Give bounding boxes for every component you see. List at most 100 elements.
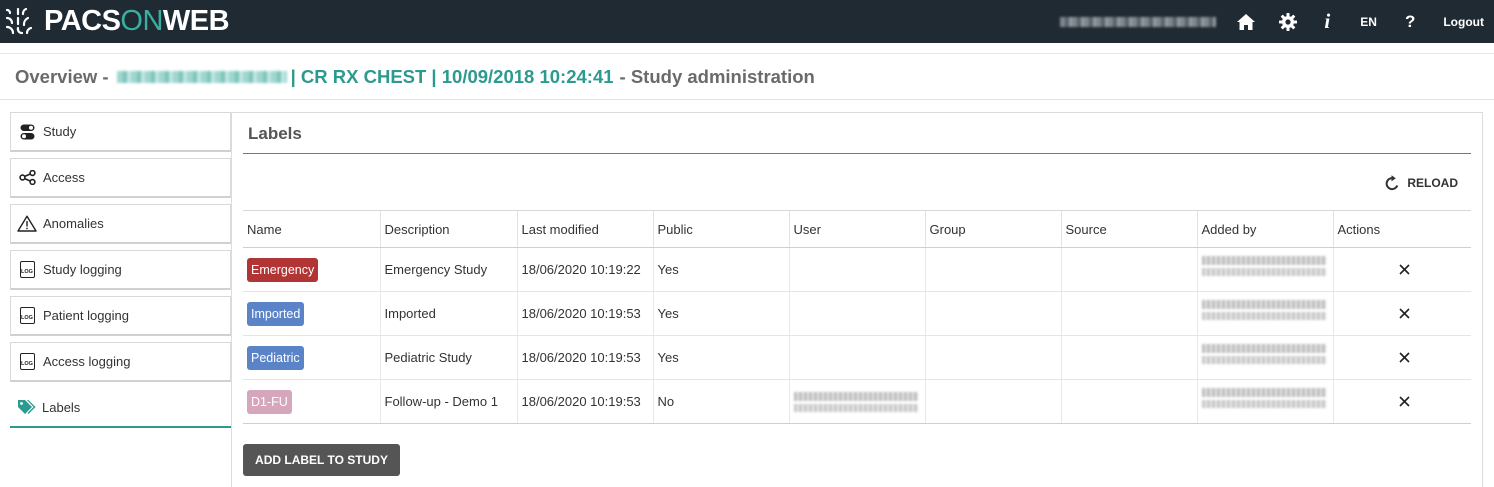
remove-label-button[interactable] xyxy=(1338,352,1472,363)
table-header-row: Name Description Last modified Public Us… xyxy=(243,210,1471,248)
cell-added-by xyxy=(1196,291,1333,336)
cell-description: Follow-up - Demo 1 xyxy=(379,379,517,424)
column-header-group[interactable]: Group xyxy=(924,210,1061,248)
sidebar-item-label: Access logging xyxy=(43,354,131,369)
patient-name-redacted xyxy=(116,70,287,83)
sidebar-item-access[interactable]: Access xyxy=(10,158,231,198)
column-header-added-by[interactable]: Added by xyxy=(1196,210,1333,248)
cell-last-modified: 18/06/2020 10:19:53 xyxy=(516,379,653,424)
cell-group xyxy=(924,247,1061,292)
cell-public: Yes xyxy=(652,291,789,336)
sidebar-item-label: Study logging xyxy=(43,262,122,277)
logout-link[interactable]: Logout xyxy=(1443,0,1484,43)
cell-added-by xyxy=(1196,379,1333,424)
cell-user xyxy=(788,335,925,380)
column-header-public[interactable]: Public xyxy=(652,210,789,248)
added-by-redacted xyxy=(1201,387,1326,416)
cell-user xyxy=(788,291,925,336)
labels-table: Name Description Last modified Public Us… xyxy=(243,210,1471,424)
column-header-user[interactable]: User xyxy=(788,210,925,248)
title-divider xyxy=(243,153,1471,154)
added-by-redacted xyxy=(1201,299,1326,328)
remove-label-button[interactable] xyxy=(1338,396,1472,407)
added-by-redacted xyxy=(1201,343,1326,372)
label-chip-pediatric: Pediatric xyxy=(247,345,304,370)
cell-source xyxy=(1060,335,1197,380)
cell-public: Yes xyxy=(652,335,789,380)
sidebar-item-study-logging[interactable]: LOG Study logging xyxy=(10,250,231,290)
warning-icon xyxy=(11,215,43,232)
column-header-source[interactable]: Source xyxy=(1060,210,1197,248)
admin-sidebar: Study Access Anomalies LOG Study logging… xyxy=(10,112,231,434)
top-bar: PACSONWEB i EN ? Logout xyxy=(0,0,1494,43)
help-icon[interactable]: ? xyxy=(1405,0,1415,43)
cell-user xyxy=(788,247,925,292)
tags-icon xyxy=(10,399,42,415)
cell-description: Pediatric Study xyxy=(379,335,517,380)
reload-label: RELOAD xyxy=(1407,176,1458,190)
panel-title: Labels xyxy=(248,124,302,143)
column-header-actions: Actions xyxy=(1332,210,1471,248)
pacsonweb-logo[interactable]: PACSONWEB xyxy=(4,0,230,43)
sidebar-item-label: Study xyxy=(43,124,77,139)
cell-description: Imported xyxy=(379,291,517,336)
logo-text: PACSONWEB xyxy=(44,5,230,37)
label-chip-imported: Imported xyxy=(247,301,305,326)
cell-last-modified: 18/06/2020 10:19:53 xyxy=(516,335,653,380)
cell-description: Emergency Study xyxy=(379,247,517,292)
username-redacted xyxy=(1060,16,1217,27)
toggle-icon xyxy=(11,124,43,140)
cell-last-modified: 18/06/2020 10:19:22 xyxy=(516,247,653,292)
user-redacted xyxy=(793,391,918,412)
column-header-name[interactable]: Name xyxy=(243,210,380,248)
cell-source xyxy=(1060,247,1197,292)
added-by-redacted xyxy=(1201,255,1326,284)
sidebar-item-label: Labels xyxy=(42,399,81,415)
close-icon xyxy=(1399,308,1410,319)
close-icon xyxy=(1399,264,1410,275)
sidebar-item-access-logging[interactable]: LOG Access logging xyxy=(10,342,231,382)
label-chip-emergency: Emergency xyxy=(247,257,319,282)
column-header-last-modified[interactable]: Last modified xyxy=(516,210,653,248)
cell-source xyxy=(1060,291,1197,336)
labels-panel: Labels RELOAD Name Description Last modi… xyxy=(231,112,1483,487)
home-icon[interactable] xyxy=(1236,0,1256,43)
table-row: D1-FU Follow-up - Demo 1 18/06/2020 10:1… xyxy=(243,379,1472,424)
reload-button[interactable]: RELOAD xyxy=(1385,175,1458,191)
cell-added-by xyxy=(1196,335,1333,380)
remove-label-button[interactable] xyxy=(1338,264,1472,275)
cell-user xyxy=(788,379,925,424)
log-file-icon: LOG xyxy=(19,353,35,370)
title-suffix: - Study administration xyxy=(619,65,815,87)
cell-added-by xyxy=(1196,247,1333,292)
remove-label-button[interactable] xyxy=(1338,308,1472,319)
close-icon xyxy=(1399,352,1410,363)
sidebar-item-label: Anomalies xyxy=(43,216,104,231)
title-study-info: | CR RX CHEST | 10/09/2018 10:24:41 xyxy=(290,65,614,87)
close-icon xyxy=(1399,396,1410,407)
language-selector[interactable]: EN xyxy=(1360,0,1377,43)
cell-group xyxy=(924,335,1061,380)
settings-gear-icon[interactable] xyxy=(1278,0,1298,43)
table-row: Imported Imported 18/06/2020 10:19:53 Ye… xyxy=(243,291,1472,336)
logo-mark-icon xyxy=(5,7,33,34)
sidebar-item-study[interactable]: Study xyxy=(10,112,231,152)
log-file-icon: LOG xyxy=(19,307,35,324)
label-chip-d1-fu: D1-FU xyxy=(247,389,292,414)
info-icon[interactable]: i xyxy=(1320,0,1334,43)
title-prefix: Overview - xyxy=(15,65,109,87)
sidebar-item-label: Patient logging xyxy=(43,308,130,323)
share-icon xyxy=(11,170,43,185)
add-label-to-study-button[interactable]: ADD LABEL TO STUDY xyxy=(243,444,400,476)
sidebar-item-label: Access xyxy=(43,170,85,185)
table-row: Pediatric Pediatric Study 18/06/2020 10:… xyxy=(243,335,1472,380)
cell-group xyxy=(924,291,1061,336)
column-header-description[interactable]: Description xyxy=(379,210,517,248)
page-title: Overview - | CR RX CHEST | 10/09/2018 10… xyxy=(0,53,1494,100)
cell-public: Yes xyxy=(652,247,789,292)
cell-public: No xyxy=(652,379,789,424)
cell-last-modified: 18/06/2020 10:19:53 xyxy=(516,291,653,336)
sidebar-item-anomalies[interactable]: Anomalies xyxy=(10,204,231,244)
sidebar-item-labels[interactable]: Labels xyxy=(10,388,231,428)
sidebar-item-patient-logging[interactable]: LOG Patient logging xyxy=(10,296,231,336)
